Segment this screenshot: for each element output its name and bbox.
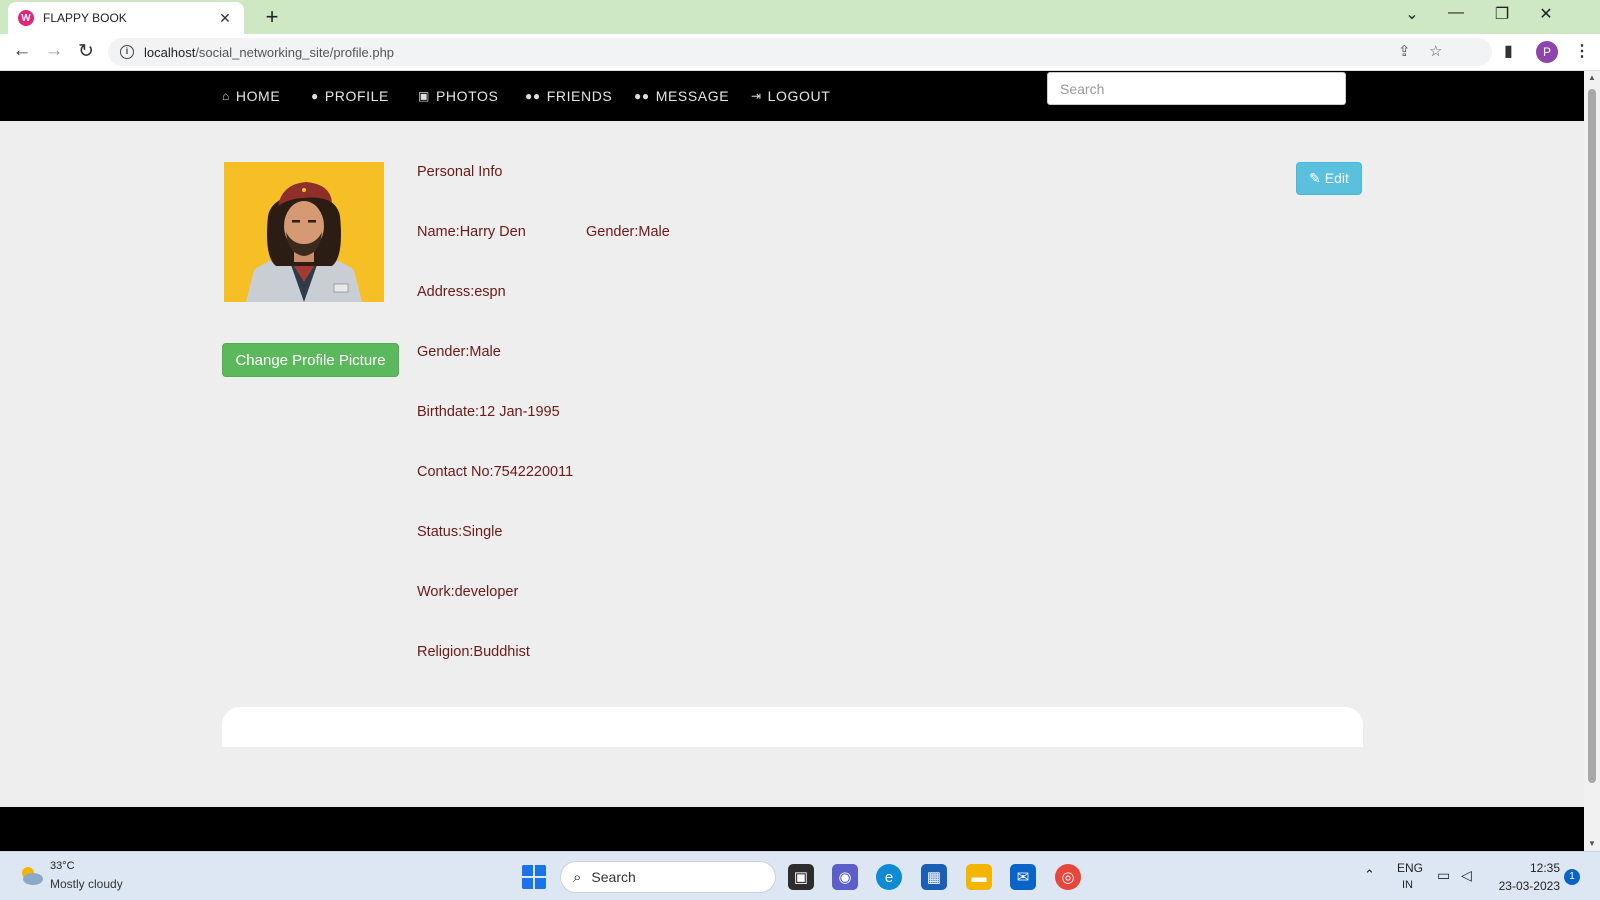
sign-out-icon: ⇥ [751,89,762,103]
windows-start-icon[interactable] [521,864,547,890]
users-icon: ●● [634,89,650,103]
url-path: /social_networking_site/profile.php [195,44,395,60]
nav-friends[interactable]: ●● FRIENDS [525,88,612,104]
page-scrollbar[interactable]: ▲ ▼ [1584,71,1600,851]
user-icon: ● [311,89,319,103]
image-icon: ▣ [418,89,430,103]
weather-temperature[interactable]: 33°C [50,860,75,872]
side-panel-icon[interactable]: ▮ [1504,41,1513,61]
browser-toolbar: ← → ↻ i localhost/social_networking_site… [0,34,1600,71]
nav-logout[interactable]: ⇥ LOGOUT [751,88,830,104]
reload-icon[interactable]: ↻ [74,40,98,63]
nav-message[interactable]: ●● MESSAGE [634,88,729,104]
content-panel [222,707,1363,747]
cloudy-weather-icon[interactable] [18,864,44,886]
site-info-icon[interactable]: i [120,45,134,59]
scroll-up-arrow-icon[interactable]: ▲ [1584,73,1600,82]
web-page: ⌂ HOME ● PROFILE ▣ PHOTOS ●● FRIENDS ●● … [0,71,1584,851]
name-field: Name:Harry Den [417,224,526,240]
volume-muted-icon[interactable]: ◁ [1461,867,1472,884]
url-host: localhost [144,44,196,60]
file-explorer-icon[interactable]: ▬ [966,864,992,890]
home-icon: ⌂ [222,89,230,103]
forward-arrow-icon[interactable]: → [42,40,66,62]
show-hidden-icons-chevron-icon[interactable]: ⌃ [1364,867,1375,883]
url-text[interactable]: localhost/social_networking_site/profile… [144,45,394,60]
taskbar-search-label: Search [591,869,636,885]
microsoft-store-icon[interactable]: ▦ [921,864,947,890]
nav-home-label: HOME [235,88,281,104]
nav-photos-label: PHOTOS [435,88,499,104]
religion-field: Religion:Buddhist [417,644,530,660]
nav-friends-label: FRIENDS [546,88,613,104]
site-favicon-icon: W [18,10,34,26]
portrait-illustration [224,162,384,302]
network-icon[interactable]: ▭ [1437,867,1450,884]
minimize-button[interactable]: — [1442,4,1470,22]
personal-info-heading: Personal Info [417,164,503,180]
nav-message-label: MESSAGE [655,88,730,104]
pencil-icon: ✎ [1309,170,1321,186]
share-icon[interactable]: ⇪ [1398,42,1411,60]
gender-field: Gender:Male [417,344,501,360]
chrome-browser-icon[interactable]: ◎ [1055,864,1081,890]
work-field: Work:developer [417,584,519,600]
notification-badge[interactable]: 1 [1564,869,1580,885]
teams-chat-icon[interactable]: ◉ [832,864,858,890]
weather-description[interactable]: Mostly cloudy [50,877,123,891]
new-tab-button[interactable]: + [260,4,284,30]
site-footer [0,807,1584,851]
task-view-icon[interactable]: ▣ [788,864,814,890]
windows-taskbar: 33°C Mostly cloudy ⌕ Search ▣ ◉ e ▦ ▬ ✉ … [0,851,1600,900]
tab-search-chevron-icon[interactable]: ⌄ [1398,4,1426,24]
address-field: Address:espn [417,284,506,300]
contact-field: Contact No:7542220011 [417,464,574,480]
restore-button[interactable]: ❐ [1488,4,1516,24]
edit-button-label: Edit [1324,170,1349,186]
scroll-down-arrow-icon[interactable]: ▼ [1584,839,1600,848]
nav-profile[interactable]: ● PROFILE [311,88,389,104]
nav-photos[interactable]: ▣ PHOTOS [418,88,498,104]
mail-icon[interactable]: ✉ [1010,864,1036,890]
bookmark-star-icon[interactable]: ☆ [1429,42,1442,60]
back-arrow-icon[interactable]: ← [10,40,34,62]
browser-profile-avatar[interactable]: P [1536,41,1558,63]
tab-close-icon[interactable]: ✕ [216,10,234,27]
gender-inline-field: Gender:Male [586,224,670,240]
scroll-thumb[interactable] [1588,89,1596,783]
edit-profile-button[interactable]: ✎ Edit [1296,162,1362,195]
tab-title: FLAPPY BOOK [43,11,127,25]
browser-tab-strip: W FLAPPY BOOK ✕ + ⌄ — ❐ ✕ [0,0,1600,34]
taskbar-search[interactable]: ⌕ Search [560,861,776,893]
birthdate-field: Birthdate:12 Jan-1995 [417,404,560,420]
status-field: Status:Single [417,524,503,540]
browser-menu-icon[interactable]: ⋮ [1574,41,1590,61]
nav-home[interactable]: ⌂ HOME [222,88,280,104]
nav-logout-label: LOGOUT [767,88,831,104]
language-region[interactable]: IN [1402,879,1413,891]
address-bar[interactable]: i localhost/social_networking_site/profi… [108,38,1492,66]
search-icon: ⌕ [573,868,582,886]
profile-picture [224,162,384,302]
site-navbar: ⌂ HOME ● PROFILE ▣ PHOTOS ●● FRIENDS ●● … [0,71,1584,121]
clock-date[interactable]: 23-03-2023 [1494,879,1560,893]
site-search-input[interactable] [1047,72,1346,105]
change-profile-picture-button[interactable]: Change Profile Picture [222,343,399,377]
browser-tab[interactable]: W FLAPPY BOOK ✕ [8,2,244,34]
users-icon: ●● [525,89,541,103]
language-code[interactable]: ENG [1397,861,1423,875]
window-close-button[interactable]: ✕ [1532,4,1560,24]
nav-profile-label: PROFILE [324,88,389,104]
edge-browser-icon[interactable]: e [876,864,902,890]
clock-time[interactable]: 12:35 [1510,861,1560,875]
